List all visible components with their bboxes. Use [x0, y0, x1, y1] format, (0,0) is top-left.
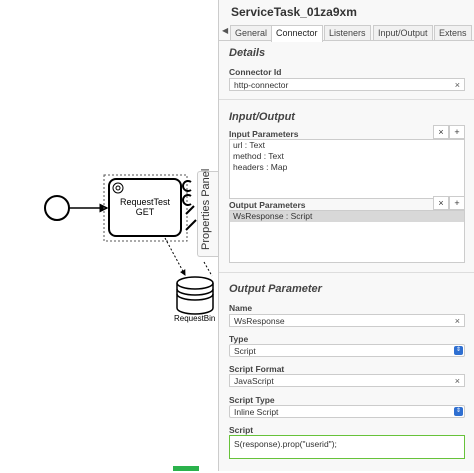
datastore-label: RequestBin — [174, 314, 215, 323]
tab-listeners[interactable]: Listeners — [324, 25, 371, 40]
type-label: Type — [229, 334, 249, 344]
script-format-field[interactable]: JavaScript × — [229, 374, 465, 387]
clear-script-format-icon[interactable]: × — [455, 375, 460, 388]
connector-id-label: Connector Id — [229, 67, 282, 77]
script-format-value: JavaScript — [234, 376, 274, 386]
start-event[interactable] — [44, 195, 70, 221]
details-group: Details Connector Id http-connector × — [219, 41, 474, 100]
script-type-select[interactable]: Inline Script ⇕ — [229, 405, 465, 418]
add-output-parameter-button[interactable]: + — [449, 196, 465, 210]
output-parameters-list[interactable]: WsResponse : Script — [229, 210, 465, 263]
add-input-parameter-button[interactable]: + — [449, 125, 465, 139]
panel-title: ServiceTask_01za9xm — [231, 5, 357, 19]
tab-general[interactable]: General — [230, 25, 273, 40]
type-value: Script — [234, 346, 256, 356]
clear-connector-id-icon[interactable]: × — [455, 79, 460, 92]
properties-panel: ServiceTask_01za9xm ◀ General Connector … — [218, 0, 474, 471]
context-pad[interactable] — [182, 180, 197, 231]
remove-input-parameter-button[interactable]: × — [433, 125, 449, 139]
script-format-label: Script Format — [229, 364, 285, 374]
green-artifact — [173, 466, 199, 471]
clear-name-icon[interactable]: × — [455, 315, 460, 328]
input-param-item[interactable]: headers : Map — [230, 162, 464, 173]
tab-scroll-left-icon[interactable]: ◀ — [222, 26, 228, 35]
connector-id-value: http-connector — [234, 80, 289, 90]
input-output-group: Input/Output Input Parameters × + url : … — [219, 105, 474, 273]
name-field[interactable]: WsResponse × — [229, 314, 465, 327]
script-type-label: Script Type — [229, 395, 275, 405]
script-type-value: Inline Script — [234, 407, 279, 417]
name-label: Name — [229, 303, 253, 313]
remove-output-parameter-button[interactable]: × — [433, 196, 449, 210]
task-label-line1: RequestTest — [120, 197, 171, 207]
task-label-line2: GET — [136, 207, 155, 217]
script-textarea[interactable]: S(response).prop("userid"); — [229, 435, 465, 459]
tab-connector[interactable]: Connector — [271, 25, 323, 42]
script-label: Script — [229, 425, 254, 435]
input-param-item[interactable]: method : Text — [230, 151, 464, 162]
script-value: S(response).prop("userid"); — [234, 439, 337, 449]
type-select[interactable]: Script ⇕ — [229, 344, 465, 357]
name-value: WsResponse — [234, 316, 285, 326]
tab-extensions[interactable]: Extens — [434, 25, 472, 40]
tab-input-output[interactable]: Input/Output — [373, 25, 433, 40]
properties-panel-toggle[interactable]: Properties Panel — [197, 168, 219, 257]
details-header: Details — [229, 47, 266, 59]
input-param-item[interactable]: url : Text — [230, 140, 464, 151]
chevron-updown-icon: ⇕ — [454, 346, 463, 355]
data-association-2[interactable] — [203, 261, 213, 277]
output-param-item[interactable]: WsResponse : Script — [230, 211, 464, 222]
data-store[interactable] — [176, 276, 214, 315]
input-parameters-label: Input Parameters — [229, 129, 299, 139]
output-parameter-header: Output Parameter — [229, 283, 322, 295]
properties-panel-toggle-label: Properties Panel — [200, 168, 212, 250]
input-output-header: Input/Output — [229, 111, 295, 123]
tab-bar: ◀ General Connector Listeners Input/Outp… — [219, 23, 474, 42]
output-parameters-label: Output Parameters — [229, 200, 306, 210]
chevron-updown-icon: ⇕ — [454, 407, 463, 416]
diagram-svg: RequestTest GET RequestBin — [44, 174, 215, 471]
bpmn-canvas[interactable]: RequestTest GET RequestBin — [0, 0, 218, 471]
data-association[interactable] — [164, 237, 186, 276]
connector-id-field[interactable]: http-connector × — [229, 78, 465, 91]
input-parameters-list[interactable]: url : Text method : Text headers : Map — [229, 139, 465, 199]
